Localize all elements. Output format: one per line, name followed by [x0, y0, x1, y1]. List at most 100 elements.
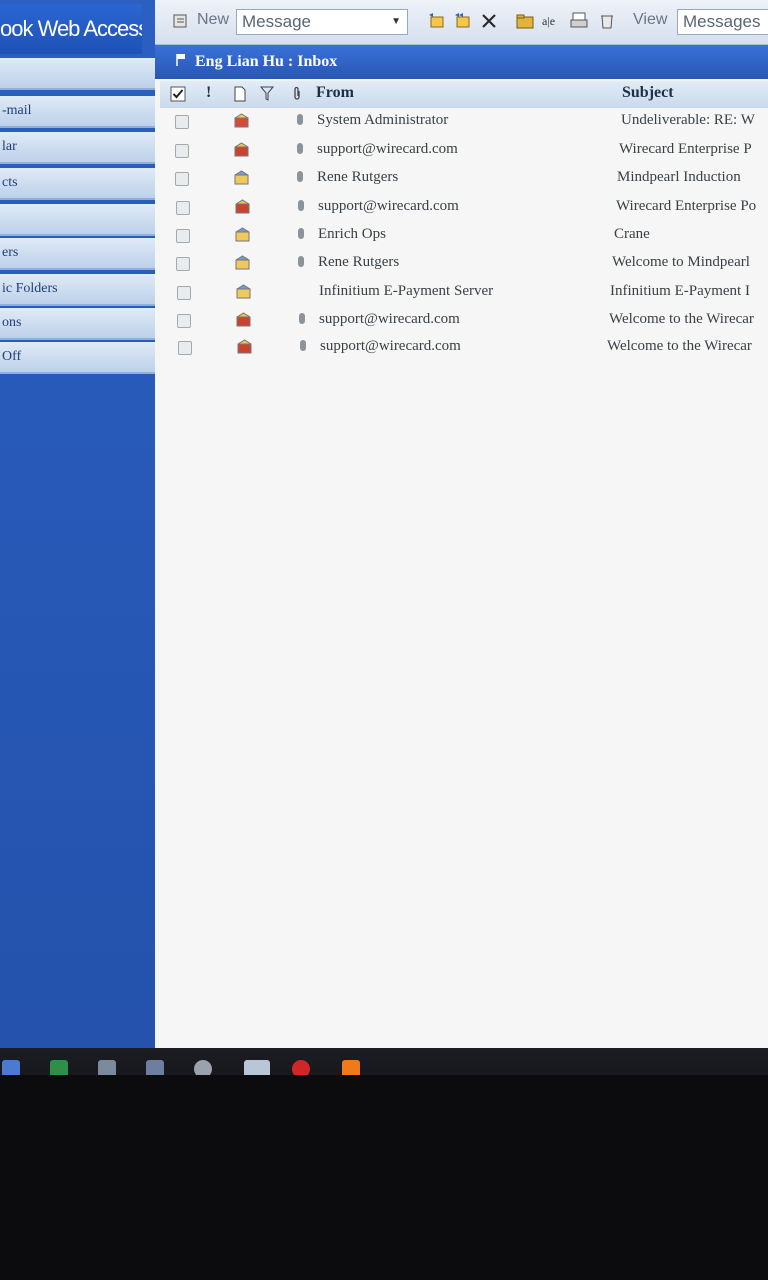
- row-checkbox[interactable]: [175, 144, 189, 158]
- message-from: support@wirecard.com: [319, 311, 460, 327]
- meeting-request-icon: [235, 199, 250, 214]
- message-subject: Welcome to the Wirecar: [609, 311, 754, 327]
- message-row[interactable]: support@wirecard.com Welcome to the Wirec…: [160, 334, 768, 362]
- message-subject: Mindpearl Induction: [617, 169, 741, 185]
- row-checkbox[interactable]: [175, 172, 189, 186]
- message-row[interactable]: Infinitium E-Payment Server Infinitium E-…: [160, 279, 768, 307]
- message-subject: Wirecard Enterprise Po: [616, 198, 757, 214]
- attachment-icon: [298, 200, 304, 211]
- taskbar-red-app-icon[interactable]: [292, 1060, 310, 1075]
- svg-text:a|e: a|e: [542, 14, 555, 28]
- sidebar-item-folders[interactable]: ers: [0, 238, 163, 270]
- message-row[interactable]: support@wirecard.com Welcome to the Wirec…: [160, 307, 768, 335]
- row-checkbox[interactable]: [177, 286, 191, 300]
- attachment-icon: [298, 256, 304, 267]
- attachment-icon: [297, 114, 303, 125]
- row-checkbox[interactable]: [175, 115, 189, 129]
- sidebar-item-contacts[interactable]: cts: [0, 168, 163, 200]
- read-message-icon: [236, 284, 251, 299]
- attachment-icon: [300, 340, 306, 351]
- row-checkbox[interactable]: [177, 314, 191, 328]
- message-from: Enrich Ops: [318, 226, 386, 242]
- message-from: support@wirecard.com: [317, 141, 458, 157]
- taskbar: [0, 1048, 768, 1075]
- new-label: New: [197, 11, 230, 28]
- message-subject: Crane: [614, 226, 650, 242]
- sidebar-item-mail[interactable]: -mail: [0, 96, 163, 128]
- view-label: View: [633, 11, 668, 28]
- taskbar-network-icon[interactable]: [146, 1060, 164, 1075]
- taskbar-explorer-icon[interactable]: [98, 1060, 116, 1075]
- message-subject: Undeliverable: RE: W: [621, 112, 755, 128]
- row-checkbox[interactable]: [176, 257, 190, 271]
- attachment-column-icon[interactable]: [293, 87, 301, 101]
- taskbar-orange-app-icon[interactable]: [342, 1060, 360, 1075]
- message-row[interactable]: Rene Rutgers Welcome to Mindpearl: [160, 250, 768, 278]
- item-type-column-icon[interactable]: [234, 86, 246, 102]
- message-from: Rene Rutgers: [317, 169, 399, 185]
- row-checkbox[interactable]: [176, 229, 190, 243]
- message-list-header: ! From Subject: [160, 81, 768, 109]
- importance-column-header[interactable]: !: [206, 84, 211, 102]
- row-checkbox[interactable]: [178, 341, 192, 355]
- sidebar-item-calendar[interactable]: lar: [0, 132, 163, 164]
- new-item-icon[interactable]: [171, 11, 191, 31]
- message-subject: Welcome to the Wirecar: [607, 338, 752, 354]
- read-message-icon: [235, 227, 250, 242]
- message-row[interactable]: Enrich Ops Crane: [160, 222, 768, 250]
- move-to-folder-icon[interactable]: [515, 11, 535, 31]
- select-all-checkbox[interactable]: [170, 86, 186, 102]
- message-list: System Administrator Undeliverable: RE: W…: [160, 108, 768, 1058]
- message-subject: Welcome to Mindpearl: [612, 254, 750, 270]
- meeting-request-icon: [234, 142, 249, 157]
- sidebar-item-options[interactable]: ons: [0, 308, 163, 340]
- message-row[interactable]: Rene Rutgers Mindpearl Induction: [160, 165, 768, 193]
- attachment-icon: [297, 171, 303, 182]
- undeliverable-icon: [234, 113, 249, 128]
- message-from: System Administrator: [317, 112, 449, 128]
- spell-check-icon[interactable]: a|e: [541, 11, 561, 31]
- empty-trash-icon[interactable]: [597, 11, 617, 31]
- print-icon[interactable]: [569, 11, 589, 31]
- meeting-request-icon: [236, 312, 251, 327]
- message-from: support@wirecard.com: [320, 338, 461, 354]
- attachment-icon: [298, 228, 304, 239]
- taskbar-app-icon[interactable]: [194, 1060, 212, 1075]
- view-select-value: Messages: [683, 12, 761, 31]
- meeting-request-icon: [237, 339, 252, 354]
- view-select[interactable]: Messages: [677, 9, 768, 35]
- sidebar-item-tasks[interactable]: [0, 204, 163, 236]
- taskbar-excel-icon[interactable]: [50, 1060, 68, 1075]
- taskbar-outlook-icon[interactable]: [2, 1060, 20, 1075]
- row-checkbox[interactable]: [176, 201, 190, 215]
- from-column-header[interactable]: From: [316, 84, 354, 102]
- message-subject: Wirecard Enterprise P: [619, 141, 752, 157]
- new-item-select[interactable]: Message ▼: [236, 9, 408, 35]
- message-row[interactable]: System Administrator Undeliverable: RE: W: [160, 108, 768, 136]
- message-from: Infinitium E-Payment Server: [319, 283, 494, 299]
- sidebar-item-blank[interactable]: [0, 58, 163, 90]
- taskbar-active-window-icon[interactable]: [244, 1060, 270, 1075]
- reply-icon[interactable]: [427, 11, 447, 31]
- message-row[interactable]: support@wirecard.com Wirecard Enterprise …: [160, 137, 768, 165]
- message-subject: Infinitium E-Payment I: [610, 283, 750, 299]
- read-message-icon: [234, 170, 249, 185]
- delete-icon[interactable]: [479, 11, 499, 31]
- new-item-select-value: Message: [242, 12, 311, 31]
- flag-column-icon[interactable]: [260, 86, 274, 102]
- reply-all-icon[interactable]: [453, 11, 473, 31]
- folder-title: Eng Lian Hu : Inbox: [195, 53, 338, 70]
- toolbar: New Message ▼ a|e View Messages: [155, 0, 768, 45]
- message-row[interactable]: support@wirecard.com Wirecard Enterprise …: [160, 194, 768, 222]
- attachment-icon: [299, 313, 305, 324]
- sidebar: ook Web Access -mail lar cts ers ic Fold…: [0, 0, 165, 1050]
- sidebar-item-public-folders[interactable]: ic Folders: [0, 274, 163, 306]
- folder-title-bar: Eng Lian Hu : Inbox: [155, 45, 768, 79]
- subject-column-header[interactable]: Subject: [622, 84, 674, 102]
- message-from: Rene Rutgers: [318, 254, 400, 270]
- sidebar-item-log-off[interactable]: Off: [0, 342, 163, 374]
- message-from: support@wirecard.com: [318, 198, 459, 214]
- main-pane: New Message ▼ a|e View Messages Eng Lian…: [155, 0, 768, 1075]
- app-brand: ook Web Access: [0, 4, 142, 54]
- chevron-down-icon: ▼: [391, 16, 401, 27]
